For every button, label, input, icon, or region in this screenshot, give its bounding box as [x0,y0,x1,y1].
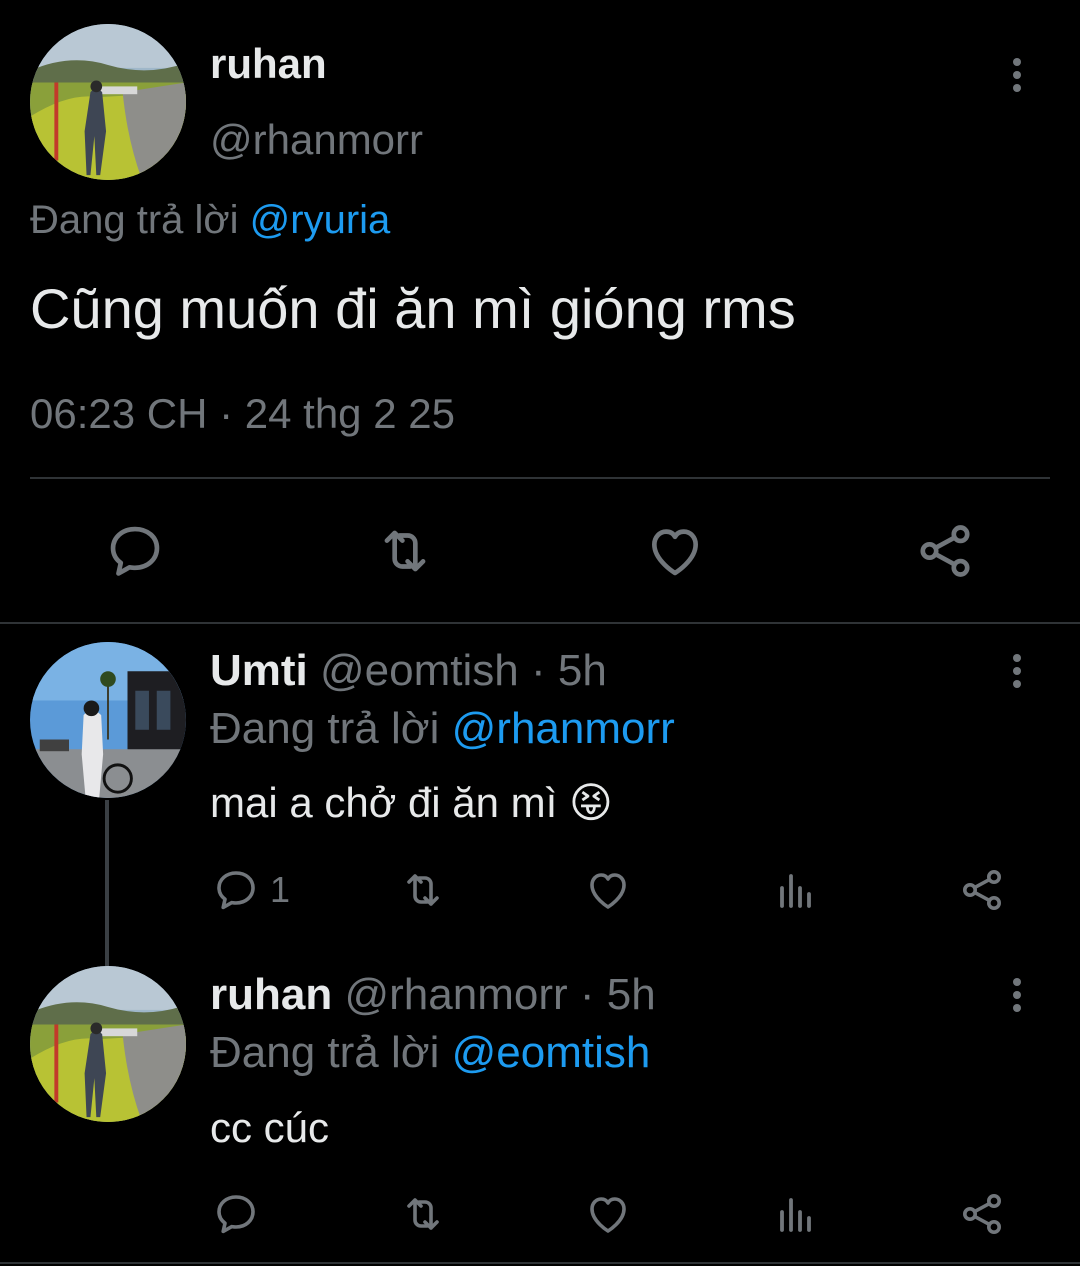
reply-button[interactable]: 1 [212,866,290,914]
reply-header: ruhan @rhanmorr · 5h [210,970,656,1020]
reply-text: mai a chở đi ăn mì 😝 [210,779,613,826]
profile-photo [30,966,186,1122]
replying-prefix: Đang trả lời [210,704,440,753]
thread-line [105,800,109,966]
avatar[interactable] [30,642,186,798]
share-icon [912,520,978,582]
reply-button[interactable] [104,520,166,582]
more-icon[interactable] [1012,654,1022,693]
replying-to-link[interactable]: @eomtish [452,1028,651,1077]
views-icon [772,1190,820,1238]
retweet-icon [372,520,438,582]
reply-header: Umti @eomtish · 5h [210,646,607,696]
reply-text: cc cúc [210,1104,330,1151]
user-handle[interactable]: @eomtish [320,646,519,695]
retweet-button[interactable] [396,1190,450,1238]
more-icon[interactable] [1012,978,1022,1017]
like-icon [644,520,706,582]
like-button[interactable] [584,866,632,914]
like-button[interactable] [644,520,706,582]
display-name[interactable]: Umti [210,646,308,695]
more-icon[interactable] [1012,58,1022,97]
reply-icon [212,1190,260,1238]
post-age[interactable]: · 5h [531,646,607,695]
retweet-icon [396,866,450,914]
share-button[interactable] [912,520,978,582]
display-name[interactable]: ruhan [210,40,327,88]
replying-prefix: Đang trả lời [30,198,239,242]
replying-to-line: Đang trả lời @rhanmorr [210,704,675,754]
post-age[interactable]: · 5h [580,970,656,1019]
like-icon [584,866,632,914]
user-handle[interactable]: @rhanmorr [344,970,567,1019]
share-button[interactable] [956,1190,1008,1238]
avatar[interactable] [30,24,186,180]
reply-count: 1 [270,869,291,910]
tweet-timestamp[interactable]: 06:23 CH · 24 thg 2 25 [30,390,455,438]
section-divider [0,622,1080,624]
views-button[interactable] [772,866,820,914]
like-icon [584,1190,632,1238]
views-button[interactable] [772,1190,820,1238]
share-button[interactable] [956,866,1008,914]
share-icon [956,1190,1008,1238]
tweet-text: Cũng muốn đi ăn mì gióng rms [30,277,796,340]
replying-prefix: Đang trả lời [210,1028,440,1077]
retweet-button[interactable] [372,520,438,582]
bottom-divider [0,1262,1080,1264]
views-icon [772,866,820,914]
replying-to-link[interactable]: @ryuria [250,198,391,242]
profile-photo [30,642,186,798]
user-handle[interactable]: @rhanmorr [210,116,423,164]
replying-to-line: Đang trả lời @ryuria [30,198,390,243]
share-icon [956,866,1008,914]
avatar[interactable] [30,966,186,1122]
replying-to-line: Đang trả lời @eomtish [210,1028,650,1078]
reply-icon [212,866,260,914]
retweet-icon [396,1190,450,1238]
retweet-button[interactable] [396,866,450,914]
profile-photo [30,24,186,180]
reply-icon [104,520,166,582]
divider [30,477,1050,479]
display-name[interactable]: ruhan [210,970,332,1019]
like-button[interactable] [584,1190,632,1238]
replying-to-link[interactable]: @rhanmorr [452,704,675,753]
reply-button[interactable] [212,1190,260,1238]
